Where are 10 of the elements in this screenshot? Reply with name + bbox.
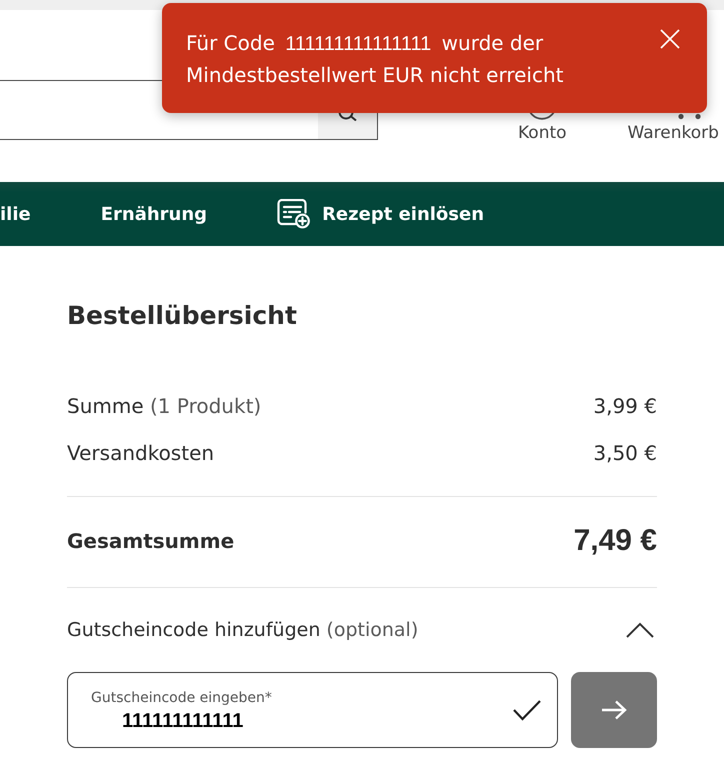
line-label: Versandkosten: [67, 441, 214, 465]
section-title: Bestellübersicht: [67, 300, 298, 332]
total-amount: 7,49 €: [574, 524, 657, 558]
total-label: Gesamtsumme: [67, 529, 234, 553]
line-amount: 3,50 €: [593, 441, 657, 465]
line-amount: 3,99 €: [593, 394, 657, 418]
field-value: 111111111111: [121, 710, 244, 732]
toast-message: Für Code 111111111111111 wurde der Mindestbestellwert EUR nicht erreicht: [186, 30, 564, 89]
field-label: Gutscheincode eingeben*: [91, 688, 272, 706]
line-label: Summe (1 Produkt): [67, 394, 262, 418]
